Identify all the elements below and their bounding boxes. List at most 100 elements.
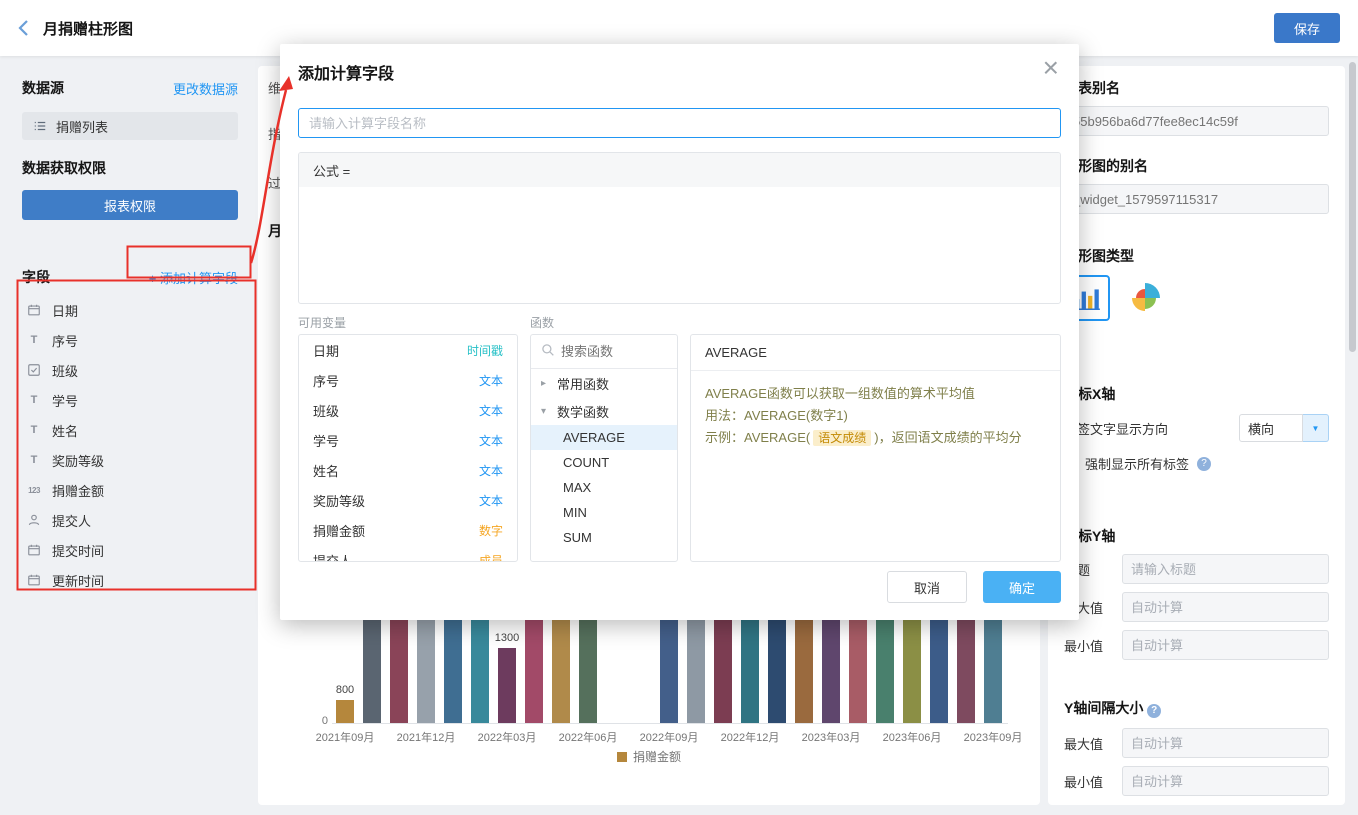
- help-icon-2[interactable]: ?: [1147, 704, 1161, 718]
- field-row[interactable]: T学号: [10, 385, 250, 415]
- variables-list: 日期时间戳序号文本班级文本学号文本姓名文本奖励等级文本捐赠金额数字提交人成员: [298, 334, 518, 562]
- y-axis-min-input[interactable]: [1122, 630, 1329, 660]
- text-icon: T: [26, 454, 42, 466]
- save-button[interactable]: 保存: [1274, 13, 1340, 43]
- pie-chart-icon: [1127, 280, 1163, 316]
- variable-type-tag: 成员: [479, 552, 503, 563]
- field-label: 提交时间: [52, 541, 104, 560]
- variable-row[interactable]: 奖励等级文本: [299, 485, 517, 515]
- x-axis-tick-label: 2023年03月: [802, 729, 861, 745]
- variable-type-tag: 数字: [479, 522, 503, 539]
- x-axis-section-title: 坐标X轴: [1064, 384, 1329, 404]
- variable-row[interactable]: 姓名 文本: [299, 455, 517, 485]
- variable-row[interactable]: 日期时间戳: [299, 335, 517, 365]
- field-row[interactable]: 班级: [10, 355, 250, 385]
- field-label: 班级: [52, 361, 78, 380]
- y-axis-title-input[interactable]: [1122, 554, 1329, 584]
- variable-type-tag: 文本: [479, 432, 503, 449]
- field-row[interactable]: 123捐赠金额: [10, 475, 250, 505]
- field-row[interactable]: 日期: [10, 295, 250, 325]
- table-list-icon: [32, 119, 48, 133]
- page-scrollbar[interactable]: [1349, 62, 1356, 352]
- report-alias-label: 报表别名: [1064, 78, 1329, 98]
- interval-max-label: 最大值: [1064, 734, 1122, 753]
- label-direction-select[interactable]: 横向 ▼: [1239, 414, 1329, 442]
- force-labels-label: 强制显示所有标签: [1085, 454, 1189, 473]
- variable-type-tag: 文本: [479, 462, 503, 479]
- field-label: 日期: [52, 301, 78, 320]
- chart-type-label: 柱形图类型: [1064, 246, 1329, 266]
- chevron-right-icon: ▸: [541, 378, 551, 389]
- function-item[interactable]: MAX: [531, 475, 677, 500]
- interval-max-input[interactable]: [1122, 728, 1329, 758]
- field-row[interactable]: T 姓名: [10, 415, 250, 445]
- function-description-text: AVERAGE函数可以获取一组数值的算术平均值: [705, 383, 1046, 405]
- function-group[interactable]: ▸常用函数: [531, 369, 677, 397]
- function-item[interactable]: MIN: [531, 500, 677, 525]
- x-axis-line: [332, 723, 1008, 724]
- variable-name: 班级: [313, 401, 339, 420]
- x-axis-tick-label: 2022年09月: [640, 729, 699, 745]
- bar-value-label: 800: [336, 684, 354, 696]
- add-calc-field-dialog: 添加计算字段 × 公式 = 可用变量 日期时间戳序号文本班级文本学号文本姓名文本…: [280, 44, 1079, 620]
- add-calc-field-button[interactable]: + 添加计算字段: [149, 268, 238, 287]
- text-icon: T: [26, 424, 42, 436]
- x-axis-tick-label: 2021年09月: [316, 729, 375, 745]
- cancel-button[interactable]: 取消: [887, 571, 967, 603]
- plus-icon: +: [149, 271, 157, 286]
- confirm-button[interactable]: 确定: [983, 571, 1061, 603]
- chart-bar: [336, 700, 354, 723]
- interval-min-label: 最小值: [1064, 772, 1122, 791]
- chart-type-pie-option[interactable]: [1122, 275, 1168, 321]
- field-label: 姓名: [52, 421, 78, 440]
- variable-row[interactable]: 提交人成员: [299, 545, 517, 562]
- widget-alias-label: 柱形图的别名: [1064, 156, 1329, 176]
- report-alias-input[interactable]: [1064, 106, 1329, 136]
- example-field-chip: 语文成绩: [813, 430, 871, 446]
- person-icon: [26, 513, 42, 527]
- function-example: 示例：AVERAGE(语文成绩)，返回语文成绩的平均分: [705, 427, 1046, 449]
- field-row[interactable]: T奖励等级: [10, 445, 250, 475]
- settings-panel: 报表别名 柱形图的别名 柱形图类型 坐标X轴 标签文字显示方向 横向 ▼ 强制显…: [1048, 66, 1345, 805]
- search-icon: [541, 343, 555, 360]
- back-button[interactable]: [18, 19, 29, 37]
- function-item[interactable]: SUM: [531, 525, 677, 550]
- variable-name: 姓名: [313, 461, 339, 480]
- function-description: AVERAGE AVERAGE函数可以获取一组数值的算术平均值 用法：AVERA…: [690, 334, 1061, 562]
- widget-alias-input[interactable]: [1064, 184, 1329, 214]
- field-label: 学号: [52, 391, 78, 410]
- dialog-title: 添加计算字段: [298, 44, 1061, 84]
- datasource-item[interactable]: 捐赠列表: [22, 112, 238, 140]
- calc-field-name-input[interactable]: [298, 108, 1061, 138]
- close-icon[interactable]: ×: [1043, 54, 1059, 82]
- report-permission-button[interactable]: 报表权限: [22, 190, 238, 220]
- variable-type-tag: 文本: [479, 492, 503, 509]
- formula-prefix: 公式 =: [313, 161, 350, 180]
- function-description-title: AVERAGE: [691, 335, 1060, 371]
- functions-title: 函数: [530, 314, 678, 334]
- field-row[interactable]: 提交时间: [10, 535, 250, 565]
- function-group[interactable]: ▾数学函数: [531, 397, 677, 425]
- field-label: 提交人: [52, 511, 91, 530]
- function-search-input[interactable]: [561, 344, 665, 359]
- y-axis-max-input[interactable]: [1122, 592, 1329, 622]
- change-datasource-link[interactable]: 更改数据源: [173, 79, 238, 98]
- help-icon[interactable]: ?: [1197, 457, 1211, 471]
- page-title: 月捐赠柱形图: [43, 18, 133, 39]
- field-row[interactable]: 更新时间: [10, 565, 250, 595]
- function-usage: 用法：AVERAGE(数字1): [705, 405, 1046, 427]
- variable-row[interactable]: 学号文本: [299, 425, 517, 455]
- variable-row[interactable]: 班级文本: [299, 395, 517, 425]
- fields-section-title: 字段: [22, 267, 50, 287]
- interval-min-input[interactable]: [1122, 766, 1329, 796]
- variable-row[interactable]: 序号文本: [299, 365, 517, 395]
- field-row[interactable]: 提交人: [10, 505, 250, 535]
- field-row[interactable]: T序号: [10, 325, 250, 355]
- function-item[interactable]: AVERAGE: [531, 425, 677, 450]
- label-direction-label: 标签文字显示方向: [1064, 419, 1168, 438]
- formula-editor[interactable]: 公式 =: [298, 152, 1061, 304]
- datasource-section-title: 数据源: [22, 78, 64, 98]
- function-item[interactable]: COUNT: [531, 450, 677, 475]
- chart-legend[interactable]: 捐赠金额: [258, 748, 1040, 765]
- variable-row[interactable]: 捐赠金额数字: [299, 515, 517, 545]
